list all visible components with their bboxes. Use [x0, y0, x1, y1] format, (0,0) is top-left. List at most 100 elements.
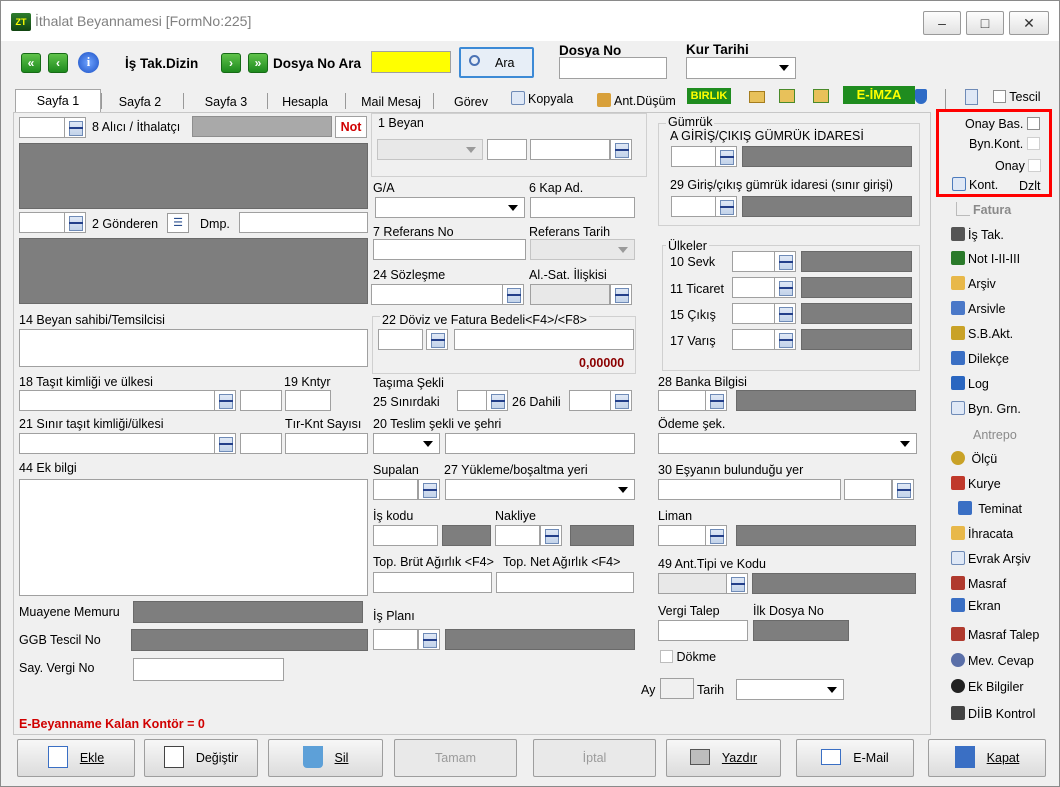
ay-input[interactable] [660, 678, 694, 699]
kur-tarihi-dropdown[interactable] [686, 57, 796, 79]
tab-hesapla[interactable]: Hesapla [273, 91, 337, 113]
upload-icon[interactable] [779, 89, 795, 103]
odeme-dropdown[interactable] [658, 433, 917, 454]
sidebar-item-fatura[interactable]: Fatura [956, 201, 1011, 219]
gonderen-lookup-button[interactable] [64, 212, 86, 233]
minimize-button[interactable]: – [923, 11, 961, 35]
kopyala-button[interactable]: Kopyala [511, 91, 573, 106]
esya-yer-input[interactable] [658, 479, 841, 500]
ticaret-lookup-button[interactable] [774, 277, 796, 298]
is-tak-dizin-label[interactable]: İş Tak.Dizin [125, 56, 198, 71]
dosya-no-search-input[interactable] [371, 51, 451, 73]
is-plani-lookup-button[interactable] [418, 629, 440, 650]
sozlesme-input[interactable] [371, 284, 504, 305]
sidebar-item-ekran[interactable]: Ekran [951, 597, 1001, 615]
dosya-no-input[interactable] [559, 57, 667, 79]
is-kodu-input[interactable] [373, 525, 438, 546]
sidebar-item-arsivle[interactable]: Arsivle [951, 300, 1006, 318]
sidebar-item-kurye[interactable]: Kurye [951, 475, 1001, 493]
tab-sayfa-3[interactable]: Sayfa 3 [191, 91, 261, 113]
is-plani-input[interactable] [373, 629, 418, 650]
dokme-check[interactable] [660, 650, 673, 663]
beyan-sahibi-input[interactable] [19, 329, 368, 367]
esya-yer-lookup-button[interactable] [892, 479, 914, 500]
liman-input[interactable] [658, 525, 706, 546]
tir-knt-input[interactable] [285, 433, 368, 454]
tab-mail-mesaj[interactable]: Mail Mesaj [351, 91, 431, 113]
shield-icon[interactable] [915, 89, 927, 104]
tescil-check[interactable] [993, 90, 1006, 103]
sidebar-item-teminat[interactable]: Teminat [958, 500, 1022, 518]
email-button[interactable]: E-Mail [796, 739, 914, 777]
say-vergi-input[interactable] [133, 658, 284, 681]
tescil-checkbox[interactable]: Tescil [993, 90, 1041, 104]
banka-lookup-button[interactable] [705, 390, 727, 411]
dahili-lookup-button[interactable] [610, 390, 632, 411]
sozlesme-lookup-button[interactable] [502, 284, 524, 305]
ara-button[interactable]: Ara [459, 47, 534, 78]
document-search-icon[interactable] [965, 89, 978, 105]
teslim-dropdown[interactable] [373, 433, 440, 454]
kapat-button[interactable]: Kapat [928, 739, 1046, 777]
beyan-lookup-button[interactable] [610, 139, 632, 160]
banka-input[interactable] [658, 390, 706, 411]
ga-dropdown[interactable] [375, 197, 525, 218]
cikis-input[interactable] [732, 303, 777, 324]
degistir-button[interactable]: Değiştir [144, 739, 258, 777]
sidebar-item-sb-akt[interactable]: S.B.Akt. [951, 325, 1013, 343]
teslim-sehir-input[interactable] [445, 433, 635, 454]
sidebar-item-mev-cevap[interactable]: Mev. Cevap [951, 652, 1034, 670]
sevk-lookup-button[interactable] [774, 251, 796, 272]
varis-input[interactable] [732, 329, 777, 350]
sinir-girisi-code-input[interactable] [671, 196, 716, 217]
nakliye-input[interactable] [495, 525, 540, 546]
tasit-lookup-button[interactable] [214, 390, 236, 411]
sil-button[interactable]: Sil [268, 739, 383, 777]
sidebar-item-diib-kontrol[interactable]: DİİB Kontrol [951, 705, 1035, 723]
sidebar-item-evrak-arsiv[interactable]: Evrak Arşiv [951, 550, 1031, 568]
first-record-button[interactable]: « [21, 53, 41, 73]
maximize-button[interactable]: □ [966, 11, 1004, 35]
nakliye-lookup-button[interactable] [540, 525, 562, 546]
ant-dusum-button[interactable]: Ant.Düşüm [597, 93, 676, 108]
sinir-girisi-lookup-button[interactable] [715, 196, 737, 217]
birlik-button[interactable]: BIRLIK [687, 88, 731, 104]
info-icon[interactable]: i [78, 52, 99, 73]
ticaret-input[interactable] [732, 277, 777, 298]
kntyr-input[interactable] [285, 390, 331, 411]
liman-lookup-button[interactable] [705, 525, 727, 546]
tasit-input[interactable] [19, 390, 219, 411]
list-icon[interactable]: ☰ [167, 213, 189, 233]
tab-sayfa-2[interactable]: Sayfa 2 [105, 91, 175, 113]
dahili-input[interactable] [569, 390, 613, 411]
kap-ad-input[interactable] [530, 197, 635, 218]
next-record-button[interactable]: › [221, 53, 241, 73]
dmp-input[interactable] [239, 212, 368, 233]
close-button[interactable]: ✕ [1009, 11, 1049, 35]
folder-icon[interactable] [749, 91, 765, 103]
beyan-extra-input[interactable] [530, 139, 610, 160]
al-sat-lookup-button[interactable] [610, 284, 632, 305]
sidebar-item-is-tak[interactable]: İş Tak. [951, 226, 1004, 244]
sidebar-item-log[interactable]: Log [951, 375, 989, 393]
sidebar-item-masraf[interactable]: Masraf [951, 575, 1006, 593]
tasit-country-input[interactable] [240, 390, 282, 411]
sidebar-item-dilekce[interactable]: Dilekçe [951, 350, 1009, 368]
fatura-bedeli-input[interactable] [454, 329, 634, 350]
iptal-button[interactable]: İptal [533, 739, 656, 777]
sidebar-item-ek-bilgiler[interactable]: Ek Bilgiler [951, 678, 1024, 696]
yukleme-dropdown[interactable] [445, 479, 635, 500]
sidebar-item-masraf-talep[interactable]: Masraf Talep [951, 626, 1039, 644]
sidebar-item-byn-grn[interactable]: Byn. Grn. [951, 400, 1021, 418]
ant-tipi-lookup-button[interactable] [726, 573, 748, 594]
export-icon[interactable] [813, 89, 829, 103]
ekle-button[interactable]: Ekle [17, 739, 135, 777]
esya-yer-code-input[interactable] [844, 479, 892, 500]
beyan-code-input[interactable] [487, 139, 527, 160]
al-sat-input[interactable] [530, 284, 610, 305]
sidebar-item-arsiv[interactable]: Arşiv [951, 275, 996, 293]
ref-tarih-dropdown[interactable] [530, 239, 635, 260]
vergi-talep-input[interactable] [658, 620, 748, 641]
doviz-lookup-button[interactable] [426, 329, 448, 350]
dokme-checkbox[interactable]: Dökme [660, 650, 716, 664]
